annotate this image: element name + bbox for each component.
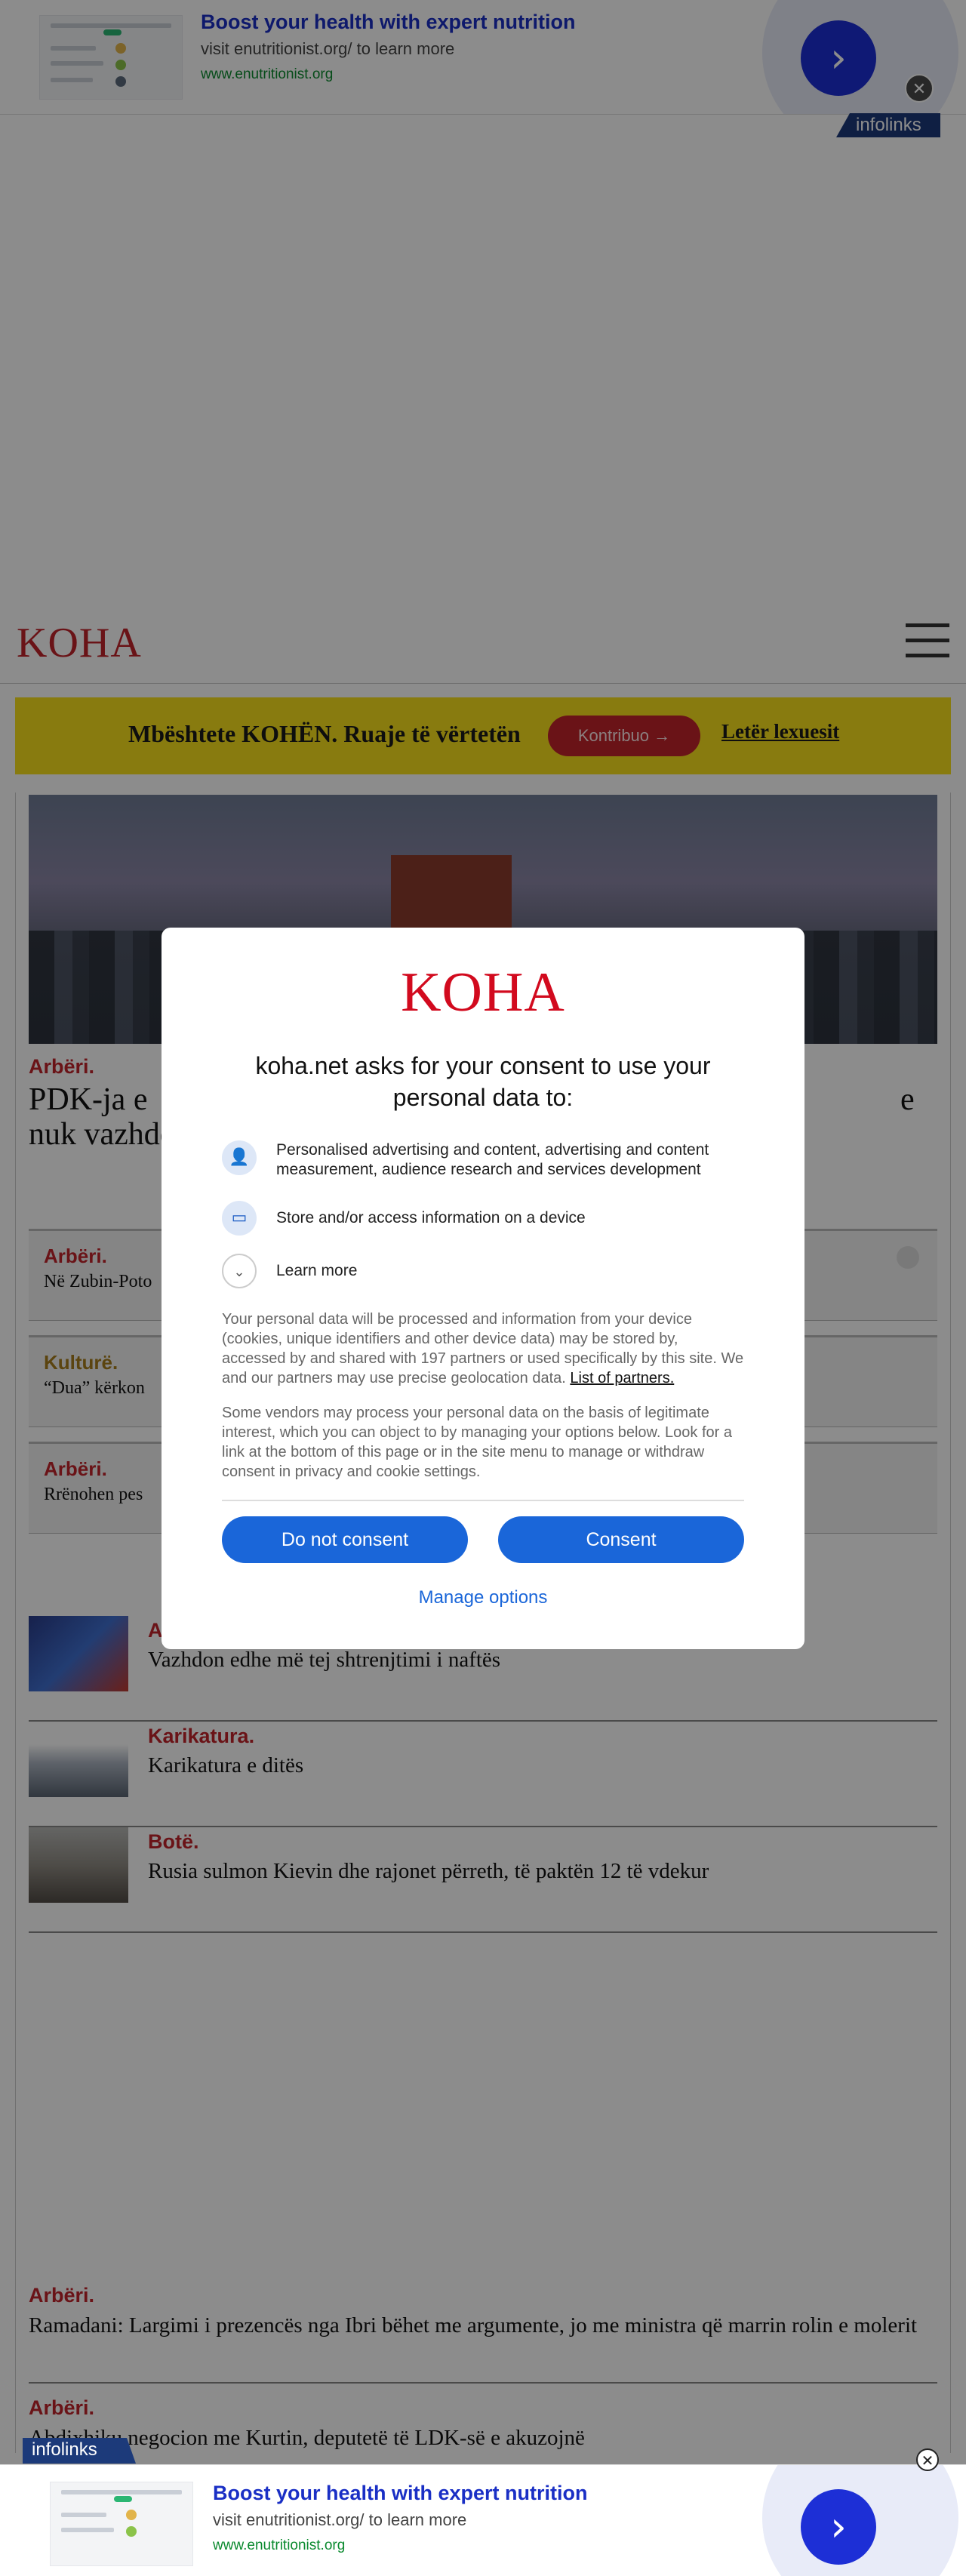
consent-logo: KOHA [401, 962, 565, 1023]
bottom-ad-banner[interactable]: Boost your health with expert nutrition … [0, 2464, 966, 2576]
partners-link[interactable]: List of partners. [570, 1370, 674, 1386]
consent-divider [222, 1500, 744, 1501]
ad-close-icon[interactable]: ✕ [916, 2448, 939, 2471]
purpose-text: Store and/or access information on a dev… [276, 1209, 586, 1226]
do-not-consent-button[interactable]: Do not consent [222, 1516, 468, 1563]
learn-more-label[interactable]: Learn more [276, 1261, 744, 1281]
manage-options-link[interactable]: Manage options [162, 1587, 804, 1608]
learn-more-toggle[interactable]: ⌄ Learn more [222, 1254, 744, 1288]
ad-headline[interactable]: Boost your health with expert nutrition [213, 2482, 588, 2505]
ad-subtext: visit enutritionist.org/ to learn more [213, 2510, 467, 2529]
chevron-down-icon[interactable]: ⌄ [222, 1254, 257, 1288]
purpose-personalised: 👤 Personalised advertising and content, … [222, 1140, 744, 1186]
consent-paragraph-2: Some vendors may process your personal d… [222, 1405, 732, 1480]
consent-title: koha.net asks for your consent to use yo… [255, 1052, 711, 1111]
consent-dialog: KOHA koha.net asks for your consent to u… [162, 928, 804, 1649]
infolinks-badge[interactable]: infolinks [23, 2438, 136, 2464]
person-icon: 👤 [222, 1140, 257, 1175]
purpose-text: Personalised advertising and content, ad… [276, 1141, 709, 1178]
ad-url[interactable]: www.enutritionist.org [213, 2538, 345, 2554]
device-icon: ▭ [222, 1201, 257, 1236]
purpose-storage: ▭ Store and/or access information on a d… [222, 1201, 744, 1236]
ad-thumbnail [50, 2482, 193, 2566]
consent-button[interactable]: Consent [498, 1516, 744, 1563]
consent-paragraph-1: Your personal data will be processed and… [222, 1310, 744, 1388]
ad-arrow-icon[interactable]: › [801, 2489, 876, 2565]
